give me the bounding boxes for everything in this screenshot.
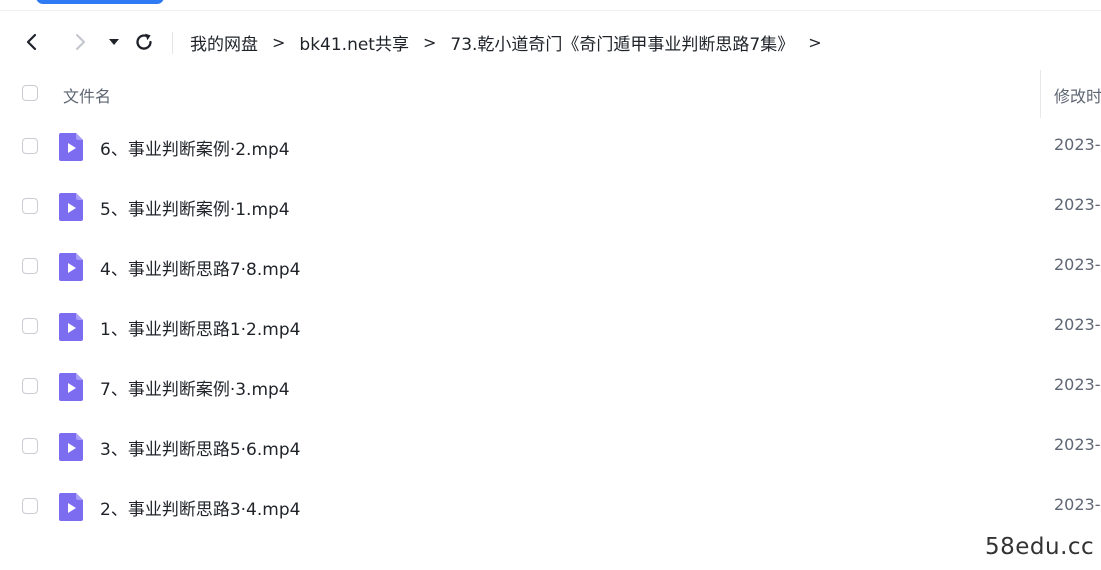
video-file-icon — [59, 373, 83, 401]
column-header-name[interactable]: 文件名 — [63, 83, 111, 107]
row-checkbox[interactable] — [22, 378, 38, 394]
row-checkbox[interactable] — [22, 198, 38, 214]
history-dropdown-button[interactable] — [104, 22, 124, 62]
file-name[interactable]: 3、事业判断思路5·6.mp4 — [100, 435, 300, 460]
chevron-right-icon — [76, 34, 85, 50]
breadcrumb-separator: > — [272, 32, 286, 52]
watermark: 58edu.cc — [985, 534, 1095, 560]
column-resize-handle[interactable] — [1040, 70, 1041, 118]
file-name[interactable]: 6、事业判断案例·2.mp4 — [100, 135, 290, 160]
file-modified-date: 2023- — [1054, 135, 1101, 154]
caret-down-icon — [109, 39, 119, 45]
file-modified-date: 2023- — [1054, 375, 1101, 394]
row-checkbox[interactable] — [22, 438, 38, 454]
table-row[interactable]: 4、事业判断思路7·8.mp4 2023- — [0, 238, 1101, 298]
file-modified-date: 2023- — [1054, 195, 1101, 214]
breadcrumb-separator: > — [422, 32, 437, 52]
back-button[interactable] — [16, 22, 48, 62]
refresh-button[interactable] — [130, 22, 158, 62]
table-row[interactable]: 1、事业判断思路1·2.mp4 2023- — [0, 298, 1101, 358]
row-checkbox[interactable] — [22, 258, 38, 274]
breadcrumb-item-root[interactable]: 我的网盘 — [190, 30, 258, 55]
video-file-icon — [59, 193, 83, 221]
forward-button[interactable] — [64, 22, 96, 62]
row-checkbox[interactable] — [22, 318, 38, 334]
table-row[interactable]: 6、事业判断案例·2.mp4 2023- — [0, 118, 1101, 178]
file-name[interactable]: 2、事业判断思路3·4.mp4 — [100, 495, 300, 520]
breadcrumb: 我的网盘 > bk41.net共享 > 73.乾小道奇门《奇门遁甲事业判断思路7… — [190, 22, 836, 62]
top-tab-indicator[interactable] — [36, 0, 164, 4]
video-file-icon — [59, 253, 83, 281]
file-name[interactable]: 4、事业判断思路7·8.mp4 — [100, 255, 300, 280]
breadcrumb-item-shared[interactable]: bk41.net共享 — [299, 30, 409, 55]
table-header: 文件名 修改时 — [0, 70, 1101, 118]
file-modified-date: 2023- — [1054, 495, 1101, 514]
file-modified-date: 2023- — [1054, 255, 1101, 274]
table-row[interactable]: 3、事业判断思路5·6.mp4 2023- — [0, 418, 1101, 478]
breadcrumb-item-current-folder[interactable]: 73.乾小道奇门《奇门遁甲事业判断思路7集》 — [450, 30, 794, 55]
column-header-modified[interactable]: 修改时 — [1054, 83, 1101, 107]
table-row[interactable]: 5、事业判断案例·1.mp4 2023- — [0, 178, 1101, 238]
chevron-left-icon — [26, 33, 37, 51]
row-checkbox[interactable] — [22, 138, 38, 154]
navigation-bar: 我的网盘 > bk41.net共享 > 73.乾小道奇门《奇门遁甲事业判断思路7… — [0, 22, 1101, 62]
table-row[interactable]: 7、事业判断案例·3.mp4 2023- — [0, 358, 1101, 418]
video-file-icon — [59, 313, 83, 341]
refresh-icon — [136, 33, 152, 50]
top-strip — [0, 0, 1101, 12]
row-checkbox[interactable] — [22, 498, 38, 514]
video-file-icon — [59, 133, 83, 161]
file-name[interactable]: 5、事业判断案例·1.mp4 — [100, 195, 290, 220]
file-name[interactable]: 1、事业判断思路1·2.mp4 — [100, 315, 300, 340]
table-row[interactable]: 2、事业判断思路3·4.mp4 2023- — [0, 478, 1101, 538]
video-file-icon — [59, 433, 83, 461]
file-name[interactable]: 7、事业判断案例·3.mp4 — [100, 375, 290, 400]
video-file-icon — [59, 493, 83, 521]
nav-separator — [172, 32, 173, 54]
breadcrumb-separator[interactable]: > — [808, 33, 821, 52]
top-divider — [0, 10, 1101, 11]
file-modified-date: 2023- — [1054, 315, 1101, 334]
select-all-checkbox[interactable] — [22, 85, 38, 101]
file-modified-date: 2023- — [1054, 435, 1101, 454]
